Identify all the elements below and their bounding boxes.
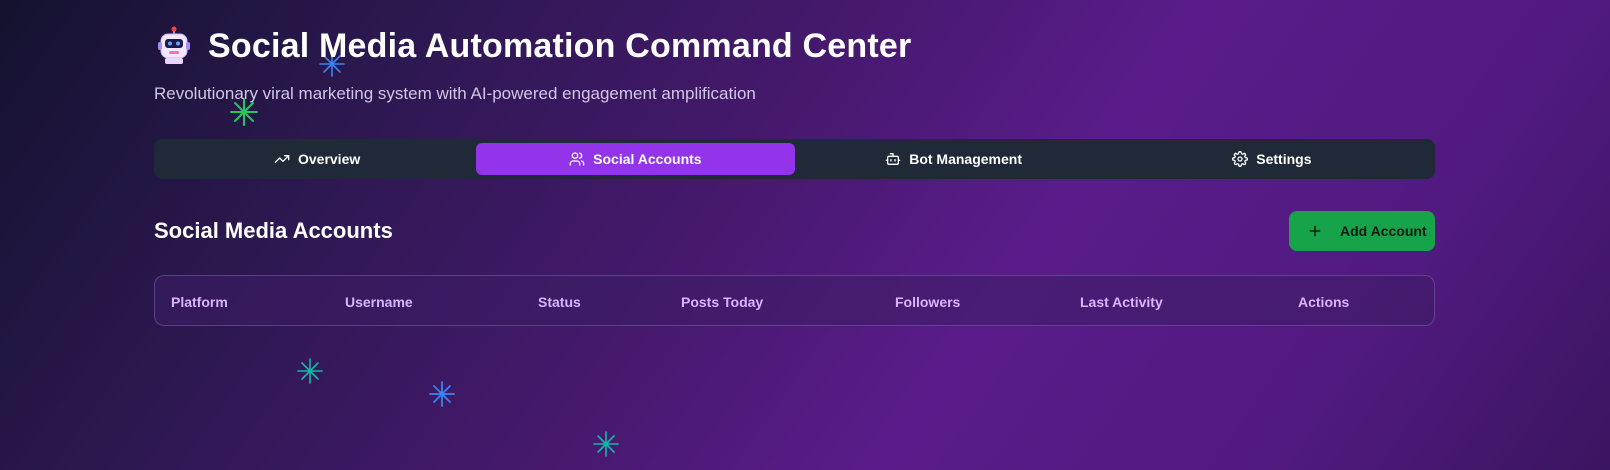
sparkle-decoration [297, 358, 323, 384]
tab-label: Overview [297, 151, 361, 167]
tab-label: Social Accounts [593, 151, 702, 167]
gear-icon [1232, 151, 1249, 167]
add-account-button[interactable]: Add Account [1289, 211, 1435, 251]
sparkle-decoration [593, 431, 619, 457]
plus-icon [1309, 225, 1321, 237]
robot-icon [158, 26, 190, 64]
tab-overview[interactable]: Overview [158, 143, 476, 175]
column-header-actions: Actions [1298, 294, 1350, 310]
tab-settings[interactable]: Settings [1113, 143, 1431, 175]
column-header-status[interactable]: Status [538, 294, 581, 310]
section-title: Social Media Accounts [154, 218, 393, 243]
accounts-table: Platform Username Status Posts Today Fol… [154, 275, 1435, 326]
page-subtitle: Revolutionary viral marketing system wit… [154, 84, 756, 103]
users-icon [569, 152, 585, 166]
page-title: Social Media Automation Command Center [208, 26, 912, 65]
tab-label: Bot Management [909, 151, 1023, 167]
bot-icon [885, 153, 901, 165]
column-header-last-activity[interactable]: Last Activity [1080, 294, 1163, 310]
tab-bot-management[interactable]: Bot Management [795, 143, 1113, 175]
trending-up-icon [274, 155, 290, 163]
add-account-label: Add Account [1340, 223, 1427, 239]
page-header: Social Media Automation Command Center [154, 26, 911, 66]
tab-label: Settings [1256, 151, 1312, 167]
sparkle-decoration [429, 381, 455, 407]
tab-social-accounts[interactable]: Social Accounts [476, 143, 795, 175]
column-header-posts-today[interactable]: Posts Today [681, 294, 763, 310]
column-header-followers[interactable]: Followers [895, 294, 960, 310]
tab-bar: Overview Social Accounts Bot Management … [154, 139, 1435, 179]
column-header-platform[interactable]: Platform [171, 294, 228, 310]
column-header-username[interactable]: Username [345, 294, 413, 310]
